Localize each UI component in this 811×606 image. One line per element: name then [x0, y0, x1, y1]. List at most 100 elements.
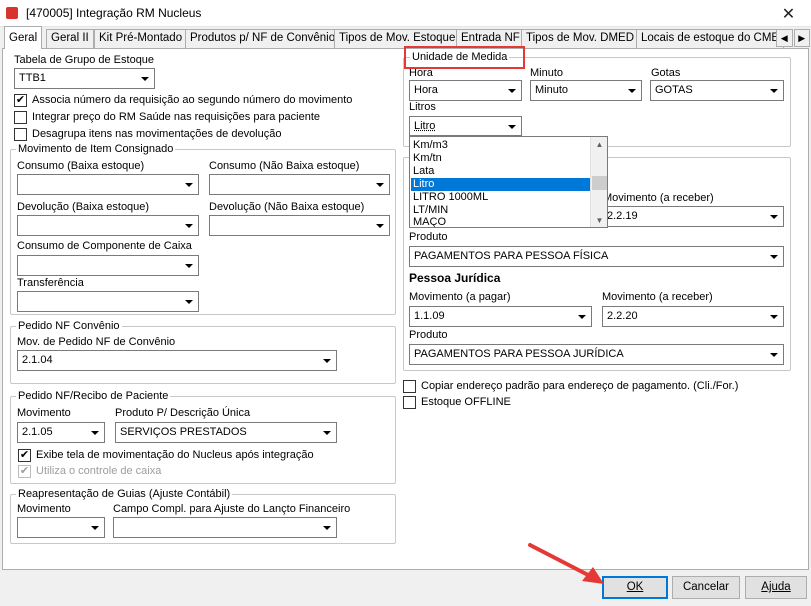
mov-pedido-convenio-value: 2.1.04 — [22, 354, 53, 366]
estoque-offline-checkbox[interactable] — [403, 396, 416, 409]
help-button[interactable]: Ajuda — [745, 576, 807, 599]
pj-produto-select[interactable]: PAGAMENTOS PARA PESSOA JURÍDICA — [409, 344, 784, 365]
copiar-endereco-checkbox[interactable] — [403, 380, 416, 393]
tab-scroll-arrows: ◀ ▶ — [776, 29, 810, 47]
gotas-label: Gotas — [651, 67, 681, 79]
tab-locais-estoque-cme[interactable]: Locais de estoque do CME — [636, 29, 785, 48]
close-icon[interactable]: ✕ — [766, 0, 811, 27]
pj-mov-pagar-select[interactable]: 1.1.09 — [409, 306, 592, 327]
transferencia-select[interactable] — [17, 291, 199, 312]
minuto-select[interactable]: Minuto — [530, 80, 642, 101]
dropdown-option-selected[interactable]: Litro — [411, 178, 591, 191]
movimento-paciente-select[interactable]: 2.1.05 — [17, 422, 105, 443]
table-group-select[interactable]: TTB1 — [14, 68, 155, 89]
utiliza-caixa-label: Utiliza o controle de caixa — [36, 465, 162, 477]
reapresentacao-movimento-select[interactable] — [17, 517, 105, 538]
desagrupa-checkbox[interactable] — [14, 128, 27, 141]
produto-descricao-label: Produto P/ Descrição Única — [115, 407, 251, 419]
consumo-nao-baixa-label: Consumo (Não Baixa estoque) — [209, 160, 360, 172]
gotas-value: GOTAS — [655, 84, 693, 96]
tab-geral-ii[interactable]: Geral II — [46, 29, 94, 48]
chevron-down-icon — [319, 352, 335, 369]
chevron-down-icon — [766, 248, 782, 265]
pj-mov-receber-value: 2.2.20 — [607, 310, 638, 322]
chevron-down-icon — [87, 424, 103, 441]
chevron-down-icon — [319, 519, 335, 536]
hora-select[interactable]: Hora — [409, 80, 522, 101]
consumo-nao-baixa-select[interactable] — [209, 174, 390, 195]
chevron-down-icon — [181, 217, 197, 234]
pj-produto-label: Produto — [409, 329, 448, 341]
tab-produtos-nf-convenio[interactable]: Produtos p/ NF de Convênio — [185, 29, 341, 48]
dropdown-option[interactable]: MAÇO — [411, 216, 591, 227]
pj-mov-receber-label: Movimento (a receber) — [602, 291, 713, 303]
devolucao-baixa-select[interactable] — [17, 215, 199, 236]
chevron-down-icon — [181, 257, 197, 274]
litros-dropdown-list: Km/m3 Km/tn Lata Litro LITRO 1000ML LT/M… — [409, 136, 608, 228]
dropdown-option[interactable]: Km/m3 — [411, 139, 591, 152]
gotas-select[interactable]: GOTAS — [650, 80, 784, 101]
chevron-down-icon — [766, 82, 782, 99]
chevron-down-icon — [372, 176, 388, 193]
integrar-checkbox[interactable] — [14, 111, 27, 124]
chevron-down-icon — [87, 519, 103, 536]
utiliza-caixa-checkbox[interactable]: ✔ — [18, 465, 31, 478]
mov-pedido-convenio-label: Mov. de Pedido NF de Convênio — [17, 336, 176, 348]
minuto-label: Minuto — [530, 67, 564, 79]
movimento-paciente-label: Movimento — [17, 407, 71, 419]
consumo-baixa-select[interactable] — [17, 174, 199, 195]
mov-pedido-convenio-select[interactable]: 2.1.04 — [17, 350, 337, 371]
devolucao-nao-baixa-select[interactable] — [209, 215, 390, 236]
copiar-endereco-label: Copiar endereço padrão para endereço de … — [421, 380, 739, 392]
pf-produto-select[interactable]: PAGAMENTOS PARA PESSOA FÍSICA — [409, 246, 784, 267]
window-title: [470005] Integração RM Nucleus — [26, 6, 202, 20]
associa-checkbox[interactable]: ✔ — [14, 94, 27, 107]
devolucao-nao-baixa-label: Devolução (Não Baixa estoque) — [209, 201, 365, 213]
dropdown-scrollbar[interactable]: ▲ ▼ — [590, 137, 607, 227]
campo-compl-label: Campo Compl. para Ajuste do Lançto Finan… — [113, 503, 351, 515]
associa-label: Associa número da requisição ao segundo … — [32, 94, 353, 106]
desagrupa-label: Desagrupa itens nas movimentações de dev… — [32, 128, 282, 140]
chevron-down-icon — [137, 70, 153, 87]
pj-mov-receber-select[interactable]: 2.2.20 — [602, 306, 784, 327]
scroll-down-icon[interactable]: ▼ — [591, 213, 608, 227]
reapresentacao-legend: Reapresentação de Guias (Ajuste Contábil… — [16, 488, 233, 500]
cancel-button[interactable]: Cancelar — [672, 576, 740, 599]
transferencia-label: Transferência — [17, 277, 84, 289]
tab-kit-pre-montado[interactable]: Kit Pré-Montado — [94, 29, 188, 48]
produto-descricao-value: SERVIÇOS PRESTADOS — [120, 426, 247, 438]
exibe-tela-label: Exibe tela de movimentação do Nucleus ap… — [36, 449, 314, 461]
tab-scroll-right-icon[interactable]: ▶ — [793, 29, 810, 47]
litros-label: Litros — [409, 101, 436, 113]
pj-mov-pagar-value: 1.1.09 — [414, 310, 445, 322]
estoque-offline-label: Estoque OFFLINE — [421, 396, 511, 408]
pf-produto-value: PAGAMENTOS PARA PESSOA FÍSICA — [414, 250, 609, 262]
campo-compl-select[interactable] — [113, 517, 337, 538]
devolucao-baixa-label: Devolução (Baixa estoque) — [17, 201, 150, 213]
dropdown-option[interactable]: Km/tn — [411, 152, 591, 165]
pf-produto-label: Produto — [409, 231, 448, 243]
chevron-down-icon — [504, 118, 520, 135]
hora-value: Hora — [414, 84, 438, 96]
chevron-down-icon — [181, 293, 197, 310]
produto-descricao-select[interactable]: SERVIÇOS PRESTADOS — [115, 422, 337, 443]
pf-mov-receber-label: Movimento (a receber) — [603, 192, 714, 204]
scroll-up-icon[interactable]: ▲ — [591, 137, 608, 151]
dropdown-option[interactable]: Lata — [411, 165, 591, 178]
litros-select[interactable]: Litro — [409, 116, 522, 136]
chevron-down-icon — [574, 308, 590, 325]
table-group-value: TTB1 — [19, 72, 46, 84]
dropdown-option[interactable]: LITRO 1000ML — [411, 191, 591, 204]
movimento-paciente-value: 2.1.05 — [22, 426, 53, 438]
tab-scroll-left-icon[interactable]: ◀ — [776, 29, 793, 47]
tab-tipos-mov-dmed[interactable]: Tipos de Mov. DMED — [521, 29, 639, 48]
pf-mov-receber-select[interactable]: 2.2.19 — [602, 206, 784, 227]
consumo-baixa-label: Consumo (Baixa estoque) — [17, 160, 145, 172]
integrar-label: Integrar preço do RM Saúde nas requisiçõ… — [32, 111, 321, 123]
tab-geral[interactable]: Geral — [4, 26, 43, 49]
scroll-thumb[interactable] — [592, 176, 607, 190]
exibe-tela-checkbox[interactable]: ✔ — [18, 449, 31, 462]
annotation-arrow-icon — [528, 543, 604, 584]
consumo-componente-select[interactable] — [17, 255, 199, 276]
unidade-medida-highlight — [404, 46, 525, 69]
